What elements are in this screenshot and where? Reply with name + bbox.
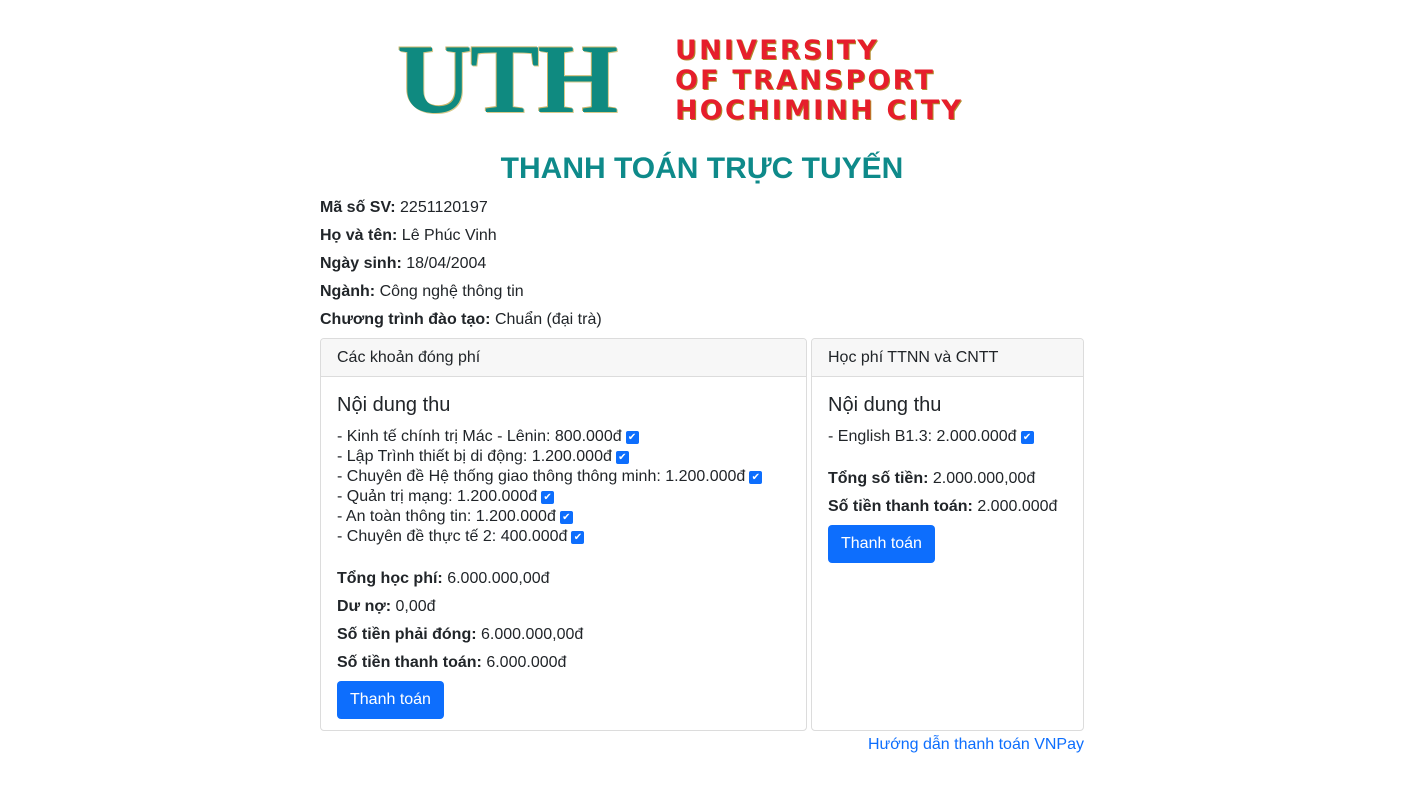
fee-item: - English B1.3: 2.000.000đ ✔ — [828, 427, 1067, 447]
vnpay-guide-link[interactable]: Hướng dẫn thanh toán VNPay — [868, 736, 1084, 754]
fee-item-text: - English B1.3: 2.000.000đ — [828, 428, 1017, 445]
fee-item-checkbox[interactable]: ✔ — [1020, 430, 1034, 444]
university-logo: UTH UNIVERSITY OF TRANSPORT HOCHIMINH CI… — [397, 24, 1002, 134]
fee-item-text: - Lập Trình thiết bị di động: 1.200.000đ — [337, 448, 612, 465]
payment-amount-label: Số tiền thanh toán: — [828, 498, 973, 515]
fee-item-checkbox[interactable]: ✔ — [625, 430, 639, 444]
fee-item-text: - Kinh tế chính trị Mác - Lênin: 800.000… — [337, 428, 622, 445]
pay-language-button[interactable]: Thanh toán — [828, 525, 935, 563]
student-dob-row: Ngày sinh: 18/04/2004 — [320, 252, 602, 280]
logo-line: UNIVERSITY — [675, 35, 880, 66]
debt-label: Dư nợ: — [337, 598, 392, 615]
page-title: THANH TOÁN TRỰC TUYẾN — [500, 152, 904, 185]
fee-item-checkbox[interactable]: ✔ — [541, 490, 555, 504]
pay-fees-button[interactable]: Thanh toán — [337, 681, 444, 719]
fee-item-text: - Quản trị mạng: 1.200.000đ — [337, 488, 538, 505]
fee-item: - Quản trị mạng: 1.200.000đ ✔ — [337, 487, 790, 507]
fee-item: - Chuyên đề thực tế 2: 400.000đ ✔ — [337, 527, 790, 547]
logo-text: UNIVERSITY OF TRANSPORT HOCHIMINH CITY — [675, 36, 1002, 126]
language-item-list: - English B1.3: 2.000.000đ ✔ — [828, 427, 1067, 447]
student-dob-label: Ngày sinh: — [320, 255, 402, 272]
student-id-row: Mã số SV: 2251120197 — [320, 196, 602, 224]
total-fee-label: Tổng học phí: — [337, 570, 443, 587]
student-name-row: Họ và tên: Lê Phúc Vinh — [320, 224, 602, 252]
fee-item-checkbox[interactable]: ✔ — [615, 450, 629, 464]
amount-due-value: 6.000.000,00đ — [481, 626, 584, 643]
student-id-label: Mã số SV: — [320, 199, 396, 216]
language-it-card: Học phí TTNN và CNTT Nội dung thu - Engl… — [811, 338, 1084, 731]
fee-item: - Kinh tế chính trị Mác - Lênin: 800.000… — [337, 427, 790, 447]
fee-item: - Lập Trình thiết bị di động: 1.200.000đ… — [337, 447, 790, 467]
fees-card-header: Các khoản đóng phí — [321, 339, 806, 377]
student-major-label: Ngành: — [320, 283, 376, 300]
student-major-value: Công nghệ thông tin — [379, 283, 524, 300]
payment-amount-value: 6.000.000đ — [486, 654, 567, 671]
logo-line: OF TRANSPORT — [675, 65, 936, 96]
total-fee-value: 6.000.000,00đ — [447, 570, 550, 587]
fees-card-body: Nội dung thu - Kinh tế chính trị Mác - L… — [321, 377, 806, 719]
debt-value: 0,00đ — [395, 598, 436, 615]
amount-due-label: Số tiền phải đóng: — [337, 626, 477, 643]
fee-item-checkbox[interactable]: ✔ — [749, 470, 763, 484]
total-amount-row: Tổng số tiền: 2.000.000,00đ — [828, 467, 1067, 495]
student-info: Mã số SV: 2251120197 Họ và tên: Lê Phúc … — [320, 196, 602, 336]
fees-card: Các khoản đóng phí Nội dung thu - Kinh t… — [320, 338, 807, 731]
fee-item: - An toàn thông tin: 1.200.000đ ✔ — [337, 507, 790, 527]
student-name-label: Họ và tên: — [320, 227, 398, 244]
student-id-value: 2251120197 — [400, 199, 488, 216]
fee-item-checkbox[interactable]: ✔ — [571, 530, 585, 544]
student-name-value: Lê Phúc Vinh — [401, 227, 497, 244]
student-program-value: Chuẩn (đại trà) — [494, 311, 602, 328]
language-section-title: Nội dung thu — [828, 394, 942, 416]
student-dob-value: 18/04/2004 — [406, 255, 487, 272]
payment-amount-row: Số tiền thanh toán: 6.000.000đ — [337, 651, 790, 679]
student-major-row: Ngành: Công nghệ thông tin — [320, 280, 602, 308]
total-amount-value: 2.000.000,00đ — [932, 470, 1036, 487]
language-it-card-header: Học phí TTNN và CNTT — [812, 339, 1083, 377]
total-amount-label: Tổng số tiền: — [828, 470, 929, 487]
fees-section-title: Nội dung thu — [337, 394, 451, 416]
student-program-label: Chương trình đào tạo: — [320, 311, 491, 328]
debt-row: Dư nợ: 0,00đ — [337, 595, 790, 623]
fee-item-text: - Chuyên đề thực tế 2: 400.000đ — [337, 528, 568, 545]
payment-amount-row: Số tiền thanh toán: 2.000.000đ — [828, 495, 1067, 523]
payment-amount-label: Số tiền thanh toán: — [337, 654, 482, 671]
total-fee-row: Tổng học phí: 6.000.000,00đ — [337, 567, 790, 595]
amount-due-row: Số tiền phải đóng: 6.000.000,00đ — [337, 623, 790, 651]
payment-amount-value: 2.000.000đ — [977, 498, 1058, 515]
logo-line: HOCHIMINH CITY — [675, 95, 964, 126]
fee-item-text: - An toàn thông tin: 1.200.000đ — [337, 508, 556, 525]
student-program-row: Chương trình đào tạo: Chuẩn (đại trà) — [320, 308, 602, 336]
logo-mark: UTH — [397, 24, 618, 134]
fee-item-text: - Chuyên đề Hệ thống giao thông thông mi… — [337, 468, 746, 485]
fee-item-list: - Kinh tế chính trị Mác - Lênin: 800.000… — [337, 427, 790, 547]
fee-item-checkbox[interactable]: ✔ — [559, 510, 573, 524]
language-it-card-body: Nội dung thu - English B1.3: 2.000.000đ … — [812, 377, 1083, 563]
fee-item: - Chuyên đề Hệ thống giao thông thông mi… — [337, 467, 790, 487]
